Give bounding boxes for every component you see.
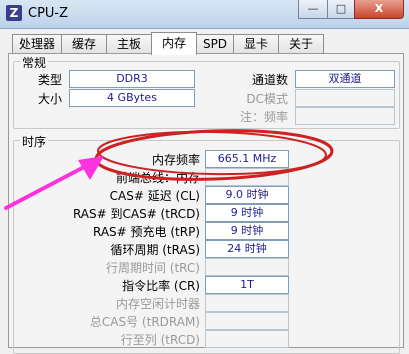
annotation-overlay — [4, 129, 334, 210]
tab-memory[interactable]: 内存 — [151, 32, 197, 55]
arrow-shaft — [4, 164, 88, 210]
highlight-ellipse-inner — [97, 130, 327, 176]
